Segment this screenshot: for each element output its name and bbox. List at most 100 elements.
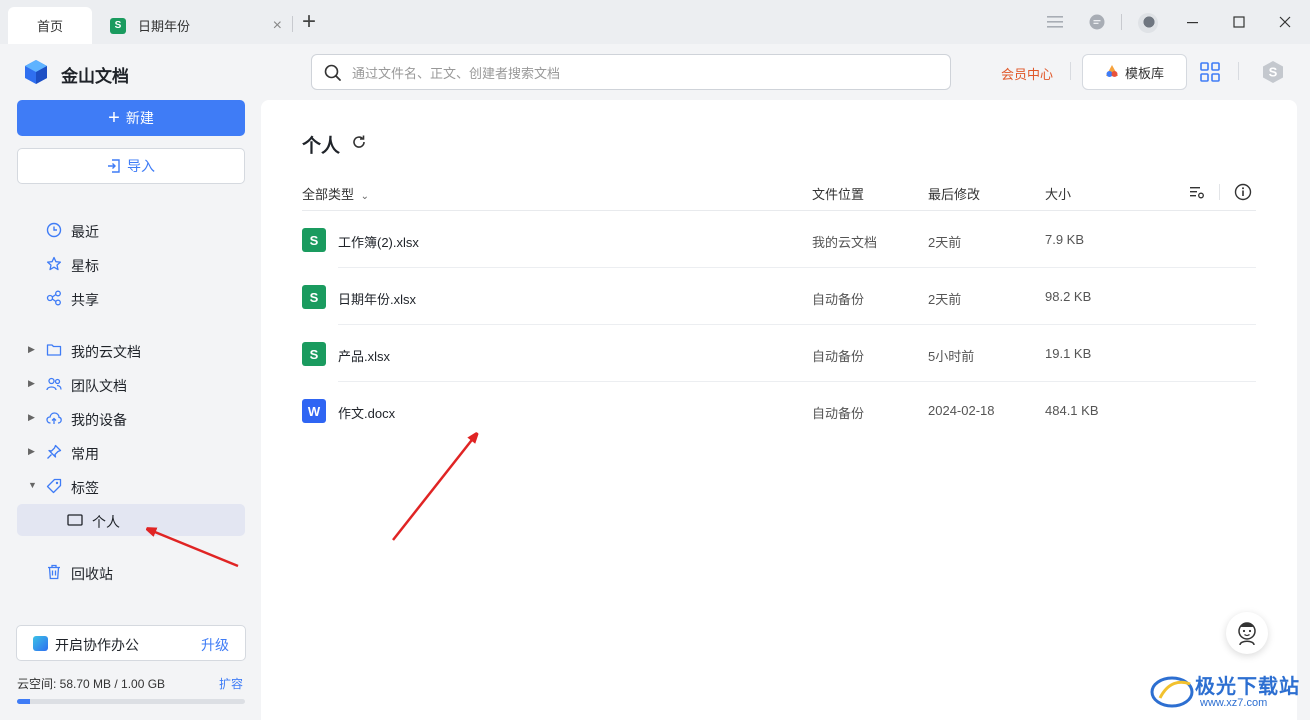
search-input[interactable]: [352, 63, 932, 83]
collapse-arrow-icon[interactable]: ▼: [28, 480, 37, 490]
file-location: 我的云文档: [812, 235, 878, 250]
sidebar-item-label: 团队文档: [71, 378, 127, 394]
sidebar-item-common[interactable]: ▶ 常用: [17, 436, 245, 468]
sidebar-item-label: 我的云文档: [71, 344, 141, 360]
column-header: 全部类型: [302, 187, 355, 202]
template-library-button[interactable]: 模板库: [1082, 54, 1187, 90]
star-icon: [46, 256, 62, 272]
close-tab-icon[interactable]: ×: [273, 17, 282, 35]
sidebar-item-label: 个人: [92, 514, 120, 530]
table-row[interactable]: W 作文.docx 自动备份 2024-02-18 484.1 KB: [302, 382, 1256, 439]
import-icon: [108, 159, 120, 173]
message-icon[interactable]: [1087, 12, 1107, 32]
file-name[interactable]: 产品.xlsx: [338, 346, 390, 365]
file-name[interactable]: 日期年份.xlsx: [338, 289, 416, 308]
storage-text: 云空间: 58.70 MB / 1.00 GB: [17, 677, 166, 691]
clock-icon: [46, 222, 62, 238]
file-location: 自动备份: [812, 349, 865, 364]
tag-box-icon: [67, 512, 83, 528]
close-window-icon[interactable]: [1275, 12, 1295, 32]
file-size: 98.2 KB: [1045, 289, 1092, 304]
spreadsheet-icon: S: [302, 285, 326, 309]
assistant-icon[interactable]: [1226, 612, 1268, 654]
file-location: 自动备份: [812, 292, 865, 307]
column-settings-icon[interactable]: [1189, 184, 1205, 203]
plus-icon: +: [108, 107, 120, 129]
spreadsheet-icon: S: [302, 342, 326, 366]
upgrade-link[interactable]: 升级: [201, 635, 229, 655]
app-name: 金山文档: [61, 67, 129, 86]
import-button[interactable]: 导入: [17, 148, 245, 184]
file-modified: 2天前: [928, 235, 962, 250]
divider: [1121, 14, 1122, 30]
collab-icon: [33, 636, 48, 651]
cloud-upload-icon: [46, 410, 62, 426]
table-row[interactable]: S 日期年份.xlsx 自动备份 2天前 98.2 KB: [302, 268, 1256, 325]
file-name[interactable]: 作文.docx: [338, 403, 395, 422]
sidebar-item-personal[interactable]: 个人: [17, 504, 245, 536]
table-row[interactable]: S 产品.xlsx 自动备份 5小时前 19.1 KB: [302, 325, 1256, 382]
sidebar-item-label: 标签: [71, 480, 99, 496]
maximize-icon[interactable]: [1229, 12, 1249, 32]
info-icon[interactable]: [1234, 183, 1252, 204]
watermark-text: 极光下载站: [1195, 676, 1300, 698]
column-header-location[interactable]: 文件位置: [812, 184, 864, 203]
sidebar-item-team[interactable]: ▶ 团队文档: [17, 368, 245, 400]
table-row[interactable]: S 工作簿(2).xlsx 我的云文档 2天前 7.9 KB: [302, 211, 1256, 268]
new-tab-button[interactable]: +: [302, 10, 316, 34]
tab-label: 首页: [36, 19, 63, 34]
import-label: 导入: [127, 158, 155, 174]
sidebar-item-label: 共享: [71, 292, 99, 308]
pin-icon: [46, 444, 62, 460]
expand-arrow-icon[interactable]: ▶: [28, 344, 35, 355]
sidebar-item-recent[interactable]: 最近: [17, 214, 245, 246]
divider: [1219, 184, 1220, 200]
refresh-icon[interactable]: [351, 134, 367, 153]
collab-label: 开启协作办公: [55, 637, 139, 653]
wps-brand-icon[interactable]: S: [1261, 60, 1285, 87]
document-icon: W: [302, 399, 326, 423]
sidebar-item-label: 星标: [71, 258, 99, 274]
column-header-size[interactable]: 大小: [1045, 184, 1071, 203]
type-filter-dropdown[interactable]: 全部类型 ⌄: [302, 184, 369, 203]
member-center-link[interactable]: 会员中心: [1001, 64, 1053, 83]
file-name[interactable]: 工作簿(2).xlsx: [338, 232, 419, 251]
file-modified: 2024-02-18: [928, 403, 995, 418]
expand-arrow-icon[interactable]: ▶: [28, 412, 35, 423]
spreadsheet-icon: S: [110, 17, 126, 34]
svg-text:S: S: [1269, 65, 1278, 80]
sidebar-item-devices[interactable]: ▶ 我的设备: [17, 402, 245, 434]
expand-storage-link[interactable]: 扩容: [219, 675, 243, 692]
column-header-modified[interactable]: 最后修改: [928, 184, 980, 203]
new-button[interactable]: + 新建: [17, 100, 245, 136]
collaboration-card[interactable]: 开启协作办公 升级: [16, 625, 246, 661]
title-bar: 首页 S 日期年份 × +: [0, 0, 1310, 44]
sidebar-item-trash[interactable]: 回收站: [17, 556, 245, 588]
expand-arrow-icon[interactable]: ▶: [28, 378, 35, 389]
chevron-down-icon: ⌄: [360, 191, 370, 202]
search-box[interactable]: [311, 54, 951, 90]
file-location: 自动备份: [812, 406, 865, 421]
page-title: 个人: [302, 136, 341, 157]
tab-document[interactable]: S 日期年份 ×: [100, 7, 290, 44]
spreadsheet-icon: S: [302, 228, 326, 252]
sidebar-item-my-cloud[interactable]: ▶ 我的云文档: [17, 334, 245, 366]
team-icon: [46, 376, 62, 392]
watermark-url: www.xz7.com: [1200, 697, 1268, 709]
tab-home[interactable]: 首页: [8, 7, 92, 44]
sidebar-item-tags[interactable]: ▼ 标签: [17, 470, 245, 502]
menu-icon[interactable]: [1045, 12, 1065, 32]
minimize-icon[interactable]: [1183, 12, 1203, 32]
expand-arrow-icon[interactable]: ▶: [28, 446, 35, 457]
new-label: 新建: [125, 110, 154, 126]
apps-grid-icon[interactable]: [1200, 62, 1220, 85]
tab-label: 日期年份: [138, 19, 191, 34]
file-size: 19.1 KB: [1045, 346, 1092, 361]
file-size: 7.9 KB: [1045, 232, 1085, 247]
sidebar-item-shared[interactable]: 共享: [17, 282, 245, 314]
share-icon: [46, 290, 62, 306]
sidebar-item-starred[interactable]: 星标: [17, 248, 245, 280]
template-icon: [1105, 64, 1119, 81]
avatar[interactable]: [1138, 13, 1158, 33]
tab-divider: [292, 16, 293, 32]
